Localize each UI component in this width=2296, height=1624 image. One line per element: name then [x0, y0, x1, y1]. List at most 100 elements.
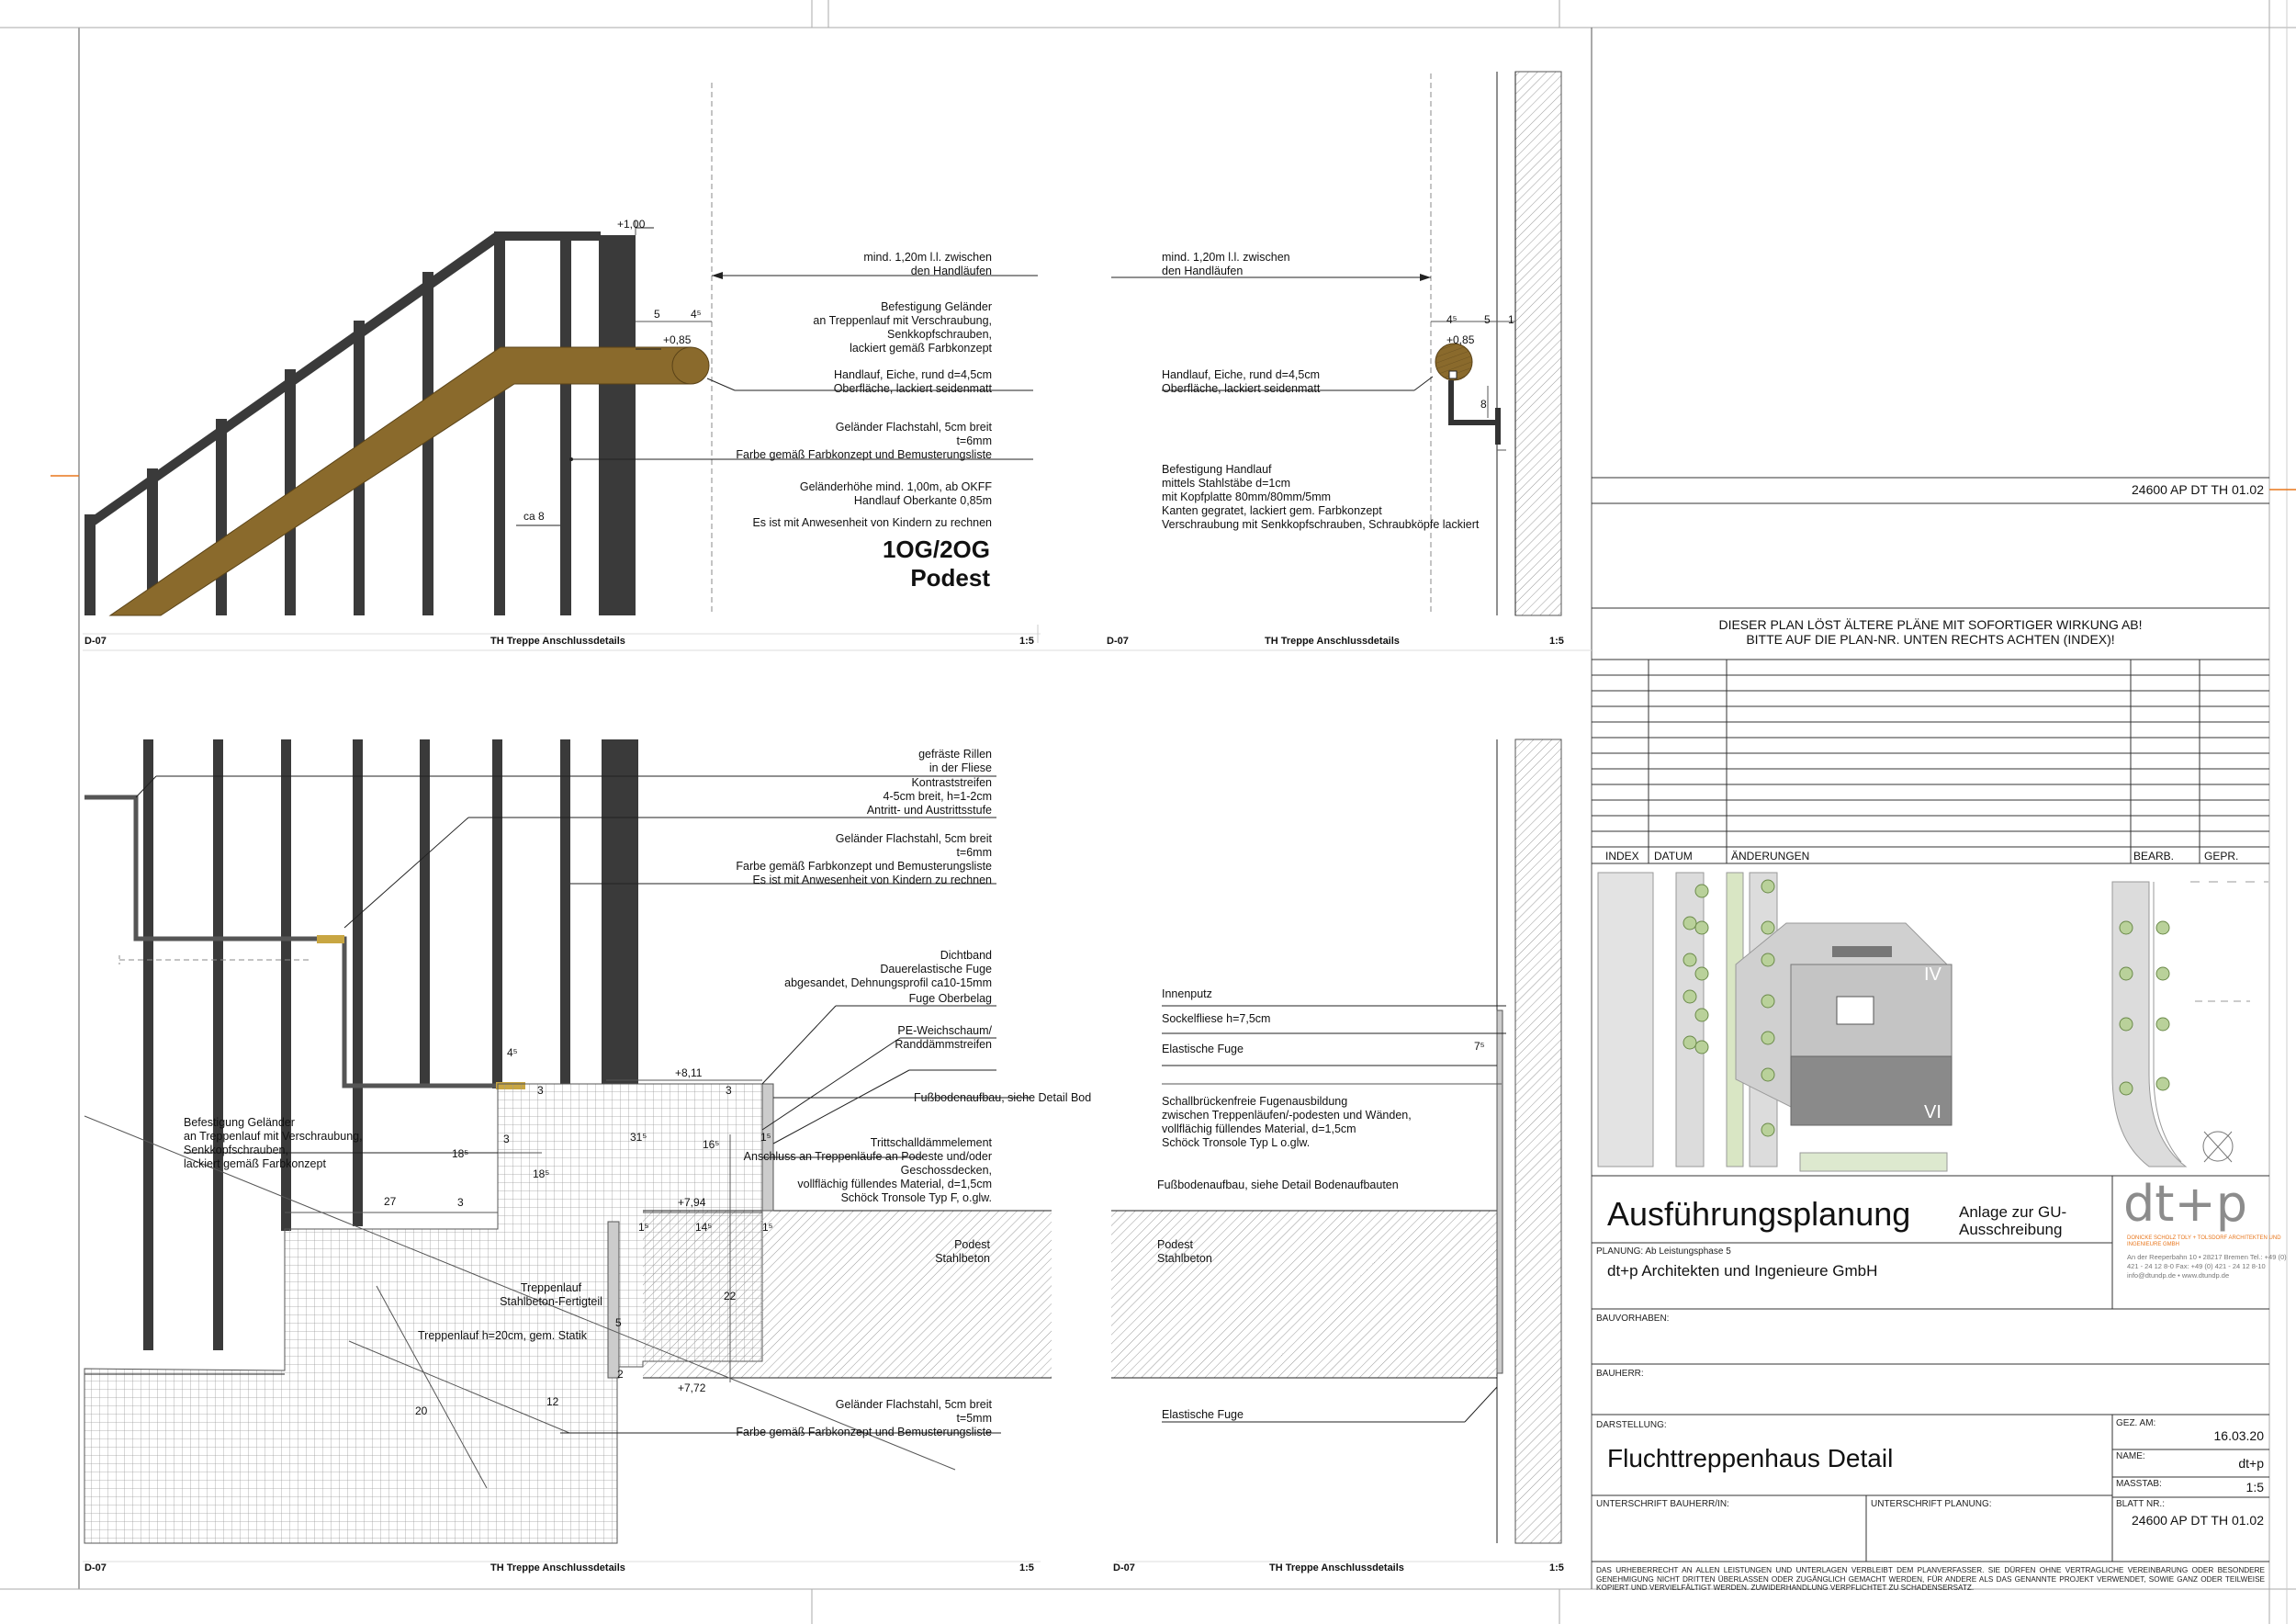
level-top: +1,00 — [617, 218, 646, 231]
sig-bauherr-label: UNTERSCHRIFT BAUHERR/IN: — [1596, 1499, 1729, 1509]
detail-scale: 1:5 — [1019, 1562, 1034, 1573]
dim-1a: 1⁵ — [638, 1221, 649, 1234]
note-flatsteel: Geländer Flachstahl, 5cm breit t=6mm Far… — [736, 421, 992, 461]
dim-22: 22 — [724, 1290, 737, 1303]
dim-315: 31⁵ — [630, 1131, 647, 1144]
plan-number-top: 24600 AP DT TH 01.02 — [2132, 482, 2264, 497]
detail-scale: 1:5 — [1549, 636, 1564, 647]
note-elastic-joint: Elastische Fuge — [1162, 1043, 1244, 1055]
detail-code: D-07 — [84, 1562, 107, 1573]
notice: DIESER PLAN LÖST ÄLTERE PLÄNE MIT SOFORT… — [1718, 617, 2143, 647]
dim-18b: 18⁵ — [533, 1167, 550, 1180]
note-floor: Fußbodenaufbau, siehe Detail Bod — [914, 1091, 1092, 1104]
dim-3a: 3 — [503, 1133, 510, 1145]
label-podest: Podest Stahlbeton — [935, 1238, 990, 1265]
heading-podest: Podest — [910, 564, 990, 592]
note-distance: mind. 1,20m l.l. zwischen den Handläufen — [863, 251, 992, 277]
planner: dt+p Architekten und Ingenieure GmbH — [1607, 1262, 1878, 1280]
annex: Anlage zur GU- Ausschreibung — [1959, 1203, 2067, 1238]
rev-header-date: DATUM — [1654, 850, 1693, 863]
rev-header-checked: GEPR. — [2204, 850, 2239, 863]
map-label-iv: IV — [1924, 964, 1941, 985]
logo-contact: An der Reeperbahn 10 • 28217 Bremen Tel.… — [2127, 1253, 2287, 1280]
dim-20: 20 — [415, 1404, 428, 1417]
note-soundproof: Schallbrückenfreie Fugenausbildung zwisc… — [1162, 1095, 1412, 1149]
dim-18a: 18⁵ — [452, 1147, 469, 1160]
detail-scale: 1:5 — [1549, 1562, 1564, 1573]
sig-planung-label: UNTERSCHRIFT PLANUNG: — [1871, 1499, 1992, 1509]
heading-floor: 1OG/2OG — [882, 536, 990, 563]
level-handrail: +0,85 — [1446, 333, 1475, 346]
note-fixing: Befestigung Handlauf mittels Stahlstäbe … — [1162, 463, 1480, 531]
detail-title: TH Treppe Anschlussdetails — [1269, 1562, 1404, 1573]
name-label: NAME: — [2116, 1451, 2145, 1461]
logo: dt+p — [2123, 1175, 2247, 1233]
dim-b: 5 — [1484, 313, 1491, 326]
note-handrail: Handlauf, Eiche, rund d=4,5cm Oberfläche… — [833, 368, 992, 395]
label-flight: Treppenlauf Stahlbeton-Fertigteil — [500, 1281, 602, 1308]
detail-code: D-07 — [1107, 636, 1129, 647]
dim-ca8: ca 8 — [523, 510, 545, 523]
dim-3b: 3 — [537, 1084, 544, 1097]
dim-3c: 3 — [726, 1084, 732, 1097]
gez-am: 16.03.20 — [2213, 1428, 2265, 1443]
label-flight-height: Treppenlauf h=20cm, gem. Statik — [418, 1329, 588, 1342]
note-foam: PE-Weichschaum/ Randdämmstreifen — [895, 1024, 992, 1051]
drawing-sheet — [0, 0, 2296, 1624]
note-fixing: Befestigung Geländer an Treppenlauf mit … — [184, 1116, 363, 1170]
note-elastic-joint-2: Elastische Fuge — [1162, 1408, 1244, 1421]
massstab-label: MASSTAB: — [2116, 1479, 2162, 1489]
note-grooves: gefräste Rillen in der Fliese — [918, 748, 992, 774]
blatt: 24600 AP DT TH 01.02 — [2132, 1513, 2264, 1528]
gez-am-label: GEZ. AM: — [2116, 1418, 2156, 1428]
detail-top-right-handrail — [1111, 71, 1562, 616]
rev-header-index: INDEX — [1605, 850, 1639, 863]
note-floor: Fußbodenaufbau, siehe Detail Bodenaufbau… — [1157, 1179, 1399, 1191]
note-skirting: Sockelfliese h=7,5cm — [1162, 1012, 1271, 1025]
level-1: +8,11 — [675, 1066, 703, 1079]
dim-27: 27 — [384, 1195, 397, 1208]
level-3: +7,72 — [678, 1382, 706, 1394]
dim-45: 4⁵ — [507, 1046, 518, 1059]
note-children: Es ist mit Anwesenheit von Kindern zu re… — [752, 516, 992, 529]
copyright: DAS URHEBERRECHT AN ALLEN LEISTUNGEN UND… — [1596, 1566, 2265, 1592]
site-plan-map — [1596, 868, 2268, 1172]
dim-c: 1 — [1508, 313, 1514, 326]
label-podest: Podest Stahlbeton — [1157, 1238, 1212, 1265]
note-contrast: Kontraststreifen 4-5cm breit, h=1-2cm An… — [866, 776, 992, 817]
bauvorhaben-label: BAUVORHABEN: — [1596, 1314, 1670, 1324]
detail-title: TH Treppe Anschlussdetails — [1265, 636, 1400, 647]
dim-1b: 1⁵ — [762, 1221, 773, 1234]
planning-label: PLANUNG: Ab Leistungsphase 5 — [1596, 1246, 1731, 1257]
detail-code: D-07 — [1113, 1562, 1135, 1573]
detail-bottom-right-wall — [1111, 739, 1562, 1562]
note-joint: Fuge Oberbelag — [908, 992, 992, 1005]
rev-header-changes: ÄNDERUNGEN — [1731, 850, 1810, 863]
name: dt+p — [2238, 1456, 2264, 1471]
detail-title: TH Treppe Anschlussdetails — [490, 636, 625, 647]
rev-header-edited: BEARB. — [2133, 850, 2175, 863]
dim-16: 16⁵ — [703, 1138, 720, 1151]
blatt-label: BLATT NR.: — [2116, 1499, 2165, 1509]
bauherr-label: BAUHERR: — [1596, 1369, 1644, 1379]
dim-1c: 1⁵ — [760, 1131, 771, 1144]
dim-75: 7⁵ — [1474, 1040, 1485, 1053]
dim-14: 14⁵ — [695, 1221, 713, 1234]
dim-a: 4⁵ — [1446, 313, 1458, 326]
map-label-vi: VI — [1924, 1102, 1941, 1122]
note-handrail: Handlauf, Eiche, rund d=4,5cm Oberfläche… — [1162, 368, 1321, 395]
dim-12: 12 — [546, 1395, 559, 1408]
logo-sub: DONICKE SCHOLZ TOLY + TOLSDORF ARCHITEKT… — [2127, 1235, 2281, 1247]
level-handrail: +0,85 — [663, 333, 692, 346]
detail-scale: 1:5 — [1019, 636, 1034, 647]
note-height: Geländerhöhe mind. 1,00m, ab OKFF Handla… — [799, 480, 992, 507]
dim-5: 5 — [615, 1316, 622, 1329]
dim-b: 4⁵ — [691, 308, 702, 321]
note-fixing: Befestigung Geländer an Treppenlauf mit … — [813, 300, 992, 355]
note-flatsteel-2: Geländer Flachstahl, 5cm breit t=5mm Far… — [736, 1398, 992, 1438]
detail-code: D-07 — [84, 636, 107, 647]
dim-d: 8 — [1480, 398, 1487, 411]
dim-2: 2 — [617, 1368, 624, 1381]
darstellung-label: DARSTELLUNG: — [1596, 1420, 1667, 1430]
note-sealing: Dichtband Dauerelastische Fuge abgesande… — [784, 949, 992, 989]
